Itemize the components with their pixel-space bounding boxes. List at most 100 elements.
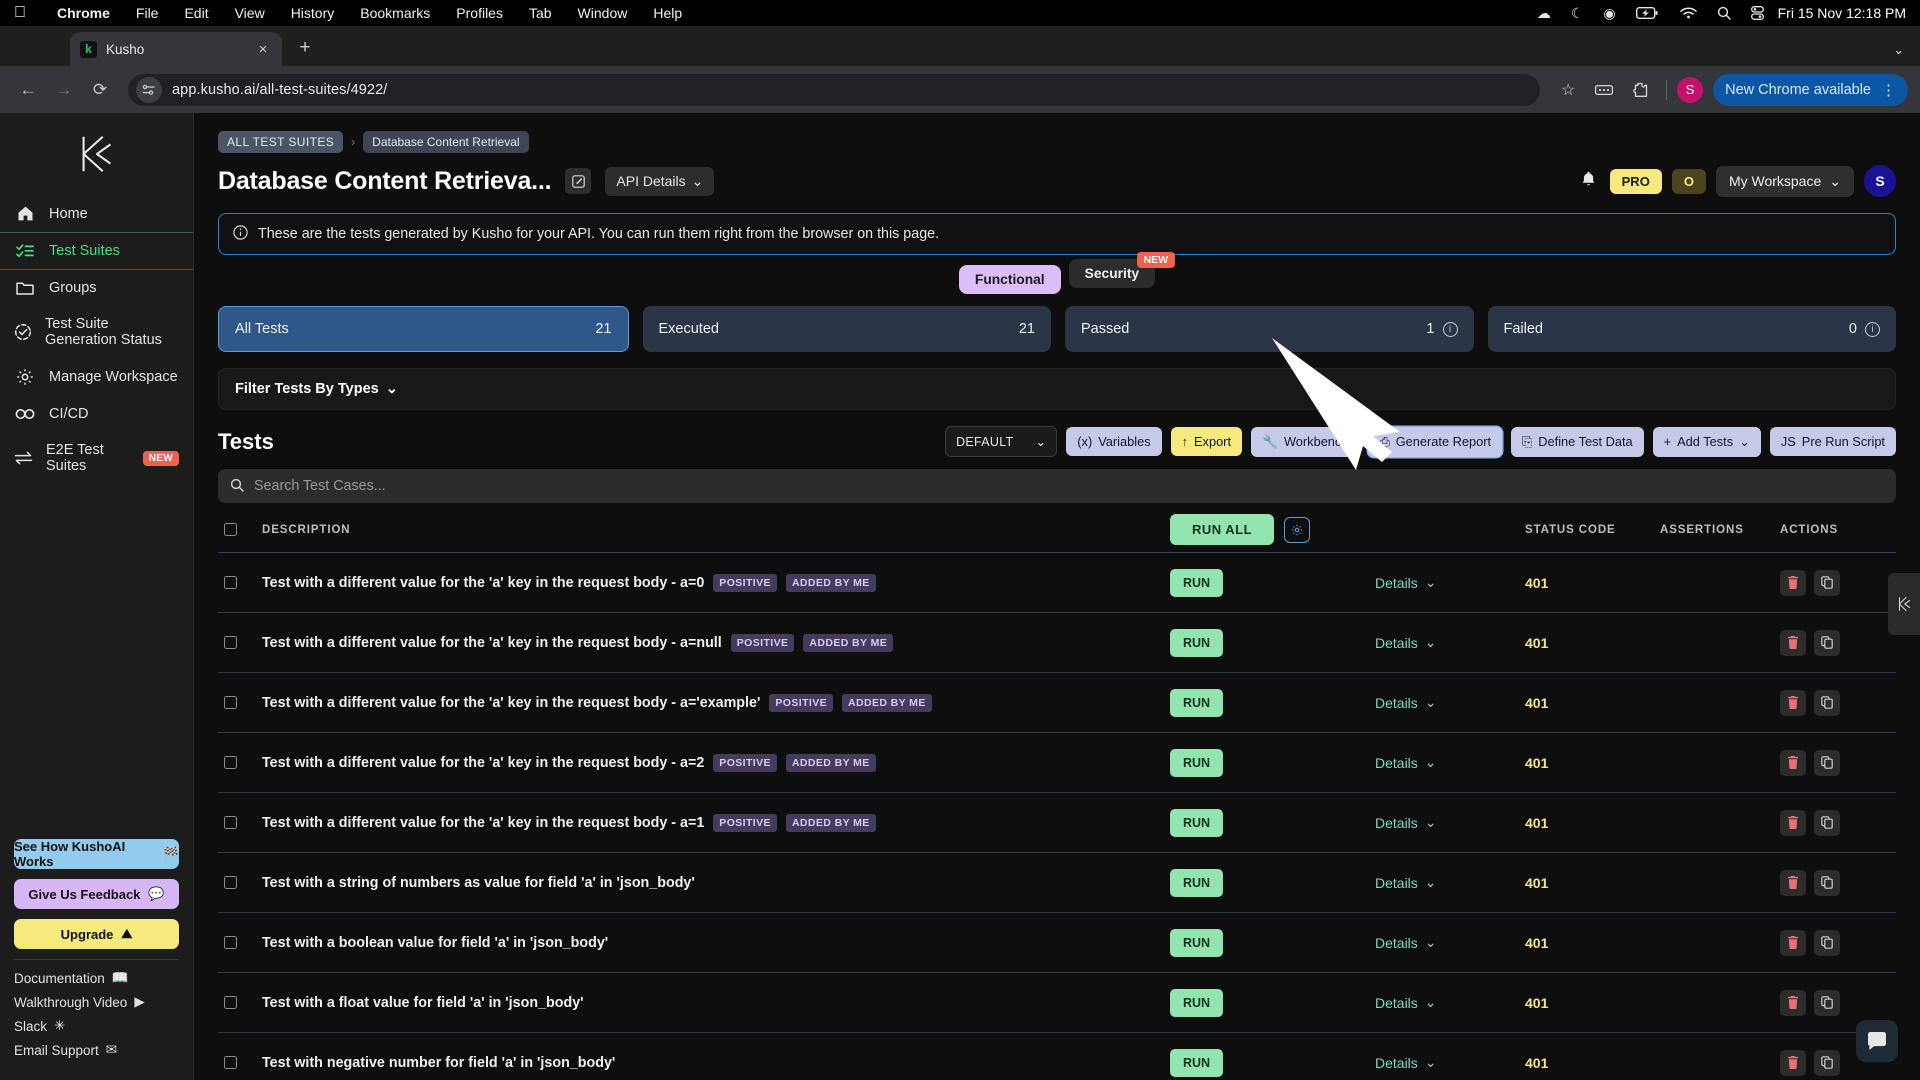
run-button[interactable]: RUN xyxy=(1170,988,1224,1017)
table-row[interactable]: Test with a string of numbers as value f… xyxy=(218,853,1896,913)
documentation-link[interactable]: Documentation 📖 xyxy=(14,970,179,986)
menu-bookmarks[interactable]: Bookmarks xyxy=(347,5,443,21)
org-badge[interactable]: O xyxy=(1671,168,1706,194)
row-checkbox[interactable] xyxy=(224,636,262,649)
run-button[interactable]: RUN xyxy=(1170,568,1224,597)
browser-tab[interactable]: k Kusho × xyxy=(70,32,282,66)
copy-icon[interactable] xyxy=(1814,689,1840,716)
generate-report-button[interactable]: ⎙ Generate Report xyxy=(1368,426,1503,457)
trash-icon[interactable] xyxy=(1780,1049,1806,1076)
environment-select[interactable]: DEFAULT ⌄ xyxy=(945,426,1058,457)
row-checkbox[interactable] xyxy=(224,876,262,889)
export-button[interactable]: ↑ Export xyxy=(1170,427,1243,456)
avatar[interactable]: S xyxy=(1864,165,1896,197)
trash-icon[interactable] xyxy=(1780,809,1806,836)
run-button[interactable]: RUN xyxy=(1170,688,1224,717)
menu-tab[interactable]: Tab xyxy=(516,5,565,21)
walkthrough-video-link[interactable]: Walkthrough Video ▶ xyxy=(14,994,179,1010)
trash-icon[interactable] xyxy=(1780,569,1806,596)
pro-badge[interactable]: PRO xyxy=(1609,168,1662,194)
copy-icon[interactable] xyxy=(1814,809,1840,836)
chat-bubble-icon[interactable] xyxy=(1856,1020,1898,1062)
give-us-feedback-button[interactable]: Give Us Feedback 💬 xyxy=(14,879,179,909)
copy-icon[interactable] xyxy=(1814,629,1840,656)
sidebar-item-groups[interactable]: Groups xyxy=(0,270,193,306)
sidebar-item-home[interactable]: Home xyxy=(0,195,193,232)
chrome-update-button[interactable]: New Chrome available ⋮ xyxy=(1713,73,1908,106)
define-test-data-button[interactable]: ⎘ Define Test Data xyxy=(1511,426,1644,457)
menu-history[interactable]: History xyxy=(278,5,348,21)
details-link[interactable]: Details ⌄ xyxy=(1375,574,1525,591)
stat-card-executed[interactable]: Executed 21 xyxy=(642,306,1051,352)
site-settings-icon[interactable] xyxy=(136,76,162,103)
details-link[interactable]: Details ⌄ xyxy=(1375,934,1525,951)
menu-view[interactable]: View xyxy=(222,5,278,21)
copy-icon[interactable] xyxy=(1814,569,1840,596)
filter-tests-by-types-dropdown[interactable]: Filter Tests By Types ⌄ xyxy=(218,368,1896,410)
search-input[interactable]: Search Test Cases... xyxy=(218,469,1896,503)
details-link[interactable]: Details ⌄ xyxy=(1375,994,1525,1011)
api-details-button[interactable]: API Details ⌄ xyxy=(605,166,715,196)
table-row[interactable]: Test with a different value for the 'a' … xyxy=(218,673,1896,733)
apple-logo-icon[interactable]:  xyxy=(14,5,26,21)
sidebar-item-manage-workspace[interactable]: Manage Workspace xyxy=(0,358,193,396)
stat-card-passed[interactable]: Passed 1 i xyxy=(1065,306,1474,352)
trash-icon[interactable] xyxy=(1780,929,1806,956)
run-all-button[interactable]: RUN ALL xyxy=(1170,514,1275,545)
sidebar-item-ci-cd[interactable]: CI/CD xyxy=(0,396,193,432)
table-row[interactable]: Test with a float value for field 'a' in… xyxy=(218,973,1896,1033)
copy-icon[interactable] xyxy=(1814,989,1840,1016)
details-link[interactable]: Details ⌄ xyxy=(1375,814,1525,831)
browser-menu-icon[interactable]: ⋮ xyxy=(1881,81,1896,99)
avatar[interactable]: S xyxy=(1677,76,1704,103)
details-link[interactable]: Details ⌄ xyxy=(1375,754,1525,771)
address-bar[interactable]: app.kusho.ai/all-test-suites/4922/ xyxy=(128,73,1541,106)
control-center-icon[interactable] xyxy=(1741,6,1774,20)
account-circle-icon[interactable]: ◉ xyxy=(1593,5,1625,22)
table-row[interactable]: Test with a different value for the 'a' … xyxy=(218,553,1896,613)
details-link[interactable]: Details ⌄ xyxy=(1375,874,1525,891)
upgrade-button[interactable]: Upgrade ⛰ xyxy=(14,919,179,949)
menu-window[interactable]: Window xyxy=(565,5,641,21)
copy-icon[interactable] xyxy=(1814,929,1840,956)
stat-card-failed[interactable]: Failed 0 i xyxy=(1487,306,1896,352)
table-row[interactable]: Test with a boolean value for field 'a' … xyxy=(218,913,1896,973)
run-button[interactable]: RUN xyxy=(1170,808,1224,837)
trash-icon[interactable] xyxy=(1780,629,1806,656)
bookmark-star-icon[interactable]: ☆ xyxy=(1552,74,1584,106)
details-link[interactable]: Details ⌄ xyxy=(1375,634,1525,651)
sidebar-item-test-suites[interactable]: Test Suites xyxy=(0,232,193,270)
copy-icon[interactable] xyxy=(1814,869,1840,896)
details-link[interactable]: Details ⌄ xyxy=(1375,1054,1525,1071)
edit-pencil-icon[interactable] xyxy=(565,168,592,194)
row-checkbox[interactable] xyxy=(224,816,262,829)
forward-button[interactable]: → xyxy=(48,74,80,106)
table-row[interactable]: Test with a different value for the 'a' … xyxy=(218,793,1896,853)
row-checkbox[interactable] xyxy=(224,576,262,589)
gear-icon[interactable] xyxy=(1284,516,1311,543)
run-button[interactable]: RUN xyxy=(1170,748,1224,777)
add-tests-button[interactable]: + Add Tests ⌄ xyxy=(1652,426,1761,457)
table-row[interactable]: Test with a different value for the 'a' … xyxy=(218,733,1896,793)
wifi-icon[interactable] xyxy=(1670,7,1707,19)
row-checkbox[interactable] xyxy=(224,936,262,949)
info-circle-icon[interactable]: i xyxy=(1865,321,1880,337)
workspace-selector[interactable]: My Workspace ⌄ xyxy=(1715,165,1854,197)
back-button[interactable]: ← xyxy=(12,74,44,106)
reload-button[interactable]: ⟳ xyxy=(84,74,116,106)
battery-charging-icon[interactable] xyxy=(1626,7,1670,19)
cloud-icon[interactable]: ☁ xyxy=(1527,5,1561,22)
menu-chrome[interactable]: Chrome xyxy=(44,5,123,21)
copy-icon[interactable] xyxy=(1814,749,1840,776)
see-how-kushoai-works-button[interactable]: See How KushoAI Works 🏁 xyxy=(14,839,179,869)
search-icon[interactable] xyxy=(1707,6,1741,20)
trash-icon[interactable] xyxy=(1780,689,1806,716)
variables-button[interactable]: (x) Variables xyxy=(1066,427,1162,456)
menu-file[interactable]: File xyxy=(123,5,172,21)
run-button[interactable]: RUN xyxy=(1170,628,1224,657)
row-checkbox[interactable] xyxy=(224,996,262,1009)
details-link[interactable]: Details ⌄ xyxy=(1375,694,1525,711)
new-tab-button[interactable]: + xyxy=(290,33,320,63)
run-button[interactable]: RUN xyxy=(1170,1048,1224,1077)
copy-icon[interactable] xyxy=(1814,1049,1840,1076)
